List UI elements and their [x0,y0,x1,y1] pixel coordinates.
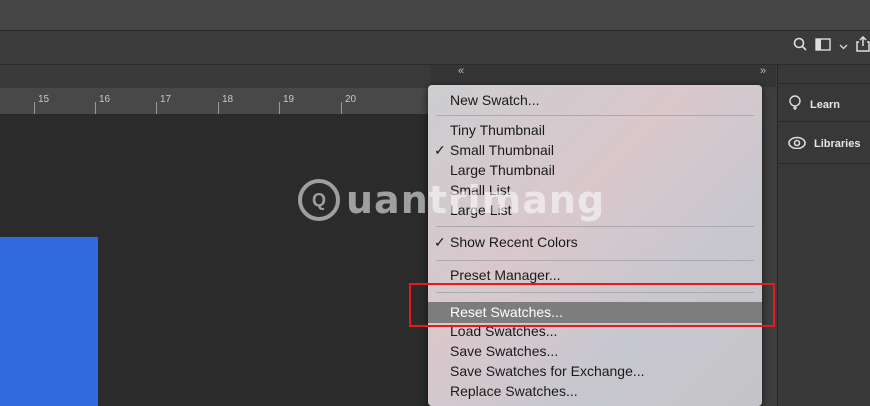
chevron-down-icon[interactable] [839,38,848,55]
menu-item-show-recent-colors[interactable]: ✓ Show Recent Colors [434,234,578,250]
ruler-line [95,102,96,114]
panel-item-libraries[interactable]: Libraries [788,136,860,152]
lightbulb-icon [788,95,802,114]
ruler-line [218,102,219,114]
ruler-tick: 16 [99,94,111,105]
ruler-tick: 17 [160,94,172,105]
watermark-logo-icon: Q [298,179,340,221]
menu-separator [436,226,754,227]
collapse-right-icon[interactable]: » [760,65,766,77]
panel-item-label: Learn [810,98,840,111]
ruler-tick: 19 [283,94,295,105]
search-icon[interactable] [793,37,807,55]
swatches-panel-header: « » [430,65,776,87]
checkmark-icon: ✓ [434,234,446,250]
checkmark-icon: ✓ [434,142,446,158]
menu-separator [436,260,754,261]
watermark-text: uantrimang [346,178,606,222]
ruler-line [34,102,35,114]
ruler-line [341,102,342,114]
menu-item-small-thumbnail[interactable]: ✓ Small Thumbnail [434,142,555,158]
menu-item-label: Small Thumbnail [450,142,555,158]
divider [778,83,870,84]
highlight-annotation-box [409,283,775,327]
menu-separator [436,115,754,116]
menu-item-tiny-thumbnail[interactable]: Tiny Thumbnail [450,122,545,138]
collapse-left-icon[interactable]: « [458,65,464,77]
swatches-context-menu: New Swatch... Tiny Thumbnail ✓ Small Thu… [428,85,762,406]
menu-item-save-swatches[interactable]: Save Swatches... [450,343,558,359]
menu-item-replace-swatches[interactable]: Replace Swatches... [450,383,578,399]
menu-item-large-thumbnail[interactable]: Large Thumbnail [450,162,555,178]
panel-item-label: Libraries [814,138,861,150]
menu-item-label: Show Recent Colors [450,234,578,250]
menu-item-new-swatch[interactable]: New Swatch... [450,92,539,108]
horizontal-ruler: 15 16 17 18 19 20 [0,88,430,115]
ruler-line [156,102,157,114]
app-title-bar [0,0,870,31]
workspace-icon[interactable] [815,37,831,55]
watermark: Q uantrimang [298,178,605,222]
options-bar [0,31,870,65]
options-bar-icons [793,35,870,56]
divider [778,121,870,122]
ruler-tick: 20 [345,94,357,105]
share-icon[interactable] [856,35,870,56]
right-panel-dock: Learn Libraries [777,65,870,406]
panel-item-learn[interactable]: Learn [788,95,840,114]
ruler-tick: 15 [38,94,50,105]
blue-shape-layer [0,237,98,406]
ruler-tick: 18 [222,94,234,105]
divider [778,163,870,164]
document-tab-strip [0,65,430,87]
ruler-line [279,102,280,114]
menu-item-save-swatches-exchange[interactable]: Save Swatches for Exchange... [450,363,645,379]
creative-cloud-icon [788,136,806,152]
menu-item-preset-manager[interactable]: Preset Manager... [450,267,561,283]
